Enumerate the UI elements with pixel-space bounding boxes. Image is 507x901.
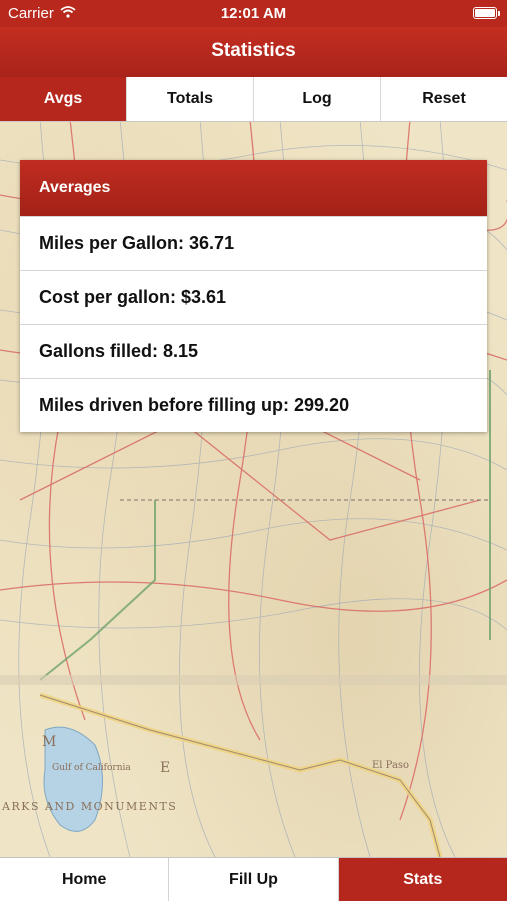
bottom-tab-home[interactable]: Home (0, 858, 170, 901)
city-label: El Paso (372, 760, 410, 771)
bottom-tab-bar: Home Fill Up Stats (0, 857, 507, 901)
tab-reset[interactable]: Reset (381, 77, 507, 121)
tab-totals[interactable]: Totals (127, 77, 254, 121)
region-label: M (42, 734, 57, 750)
tab-log[interactable]: Log (254, 77, 381, 121)
averages-card: Averages Miles per Gallon: 36.71 Cost pe… (20, 160, 487, 432)
stat-row-gallons-filled: Gallons filled: 8.15 (20, 324, 487, 378)
map-legend-heading: ARKS AND MONUMENTS (2, 800, 178, 813)
averages-card-title: Averages (20, 160, 487, 216)
gulf-label: Gulf of California (52, 763, 131, 773)
nav-bar: Statistics (0, 27, 507, 77)
status-bar: Carrier 12:01 AM (0, 0, 507, 27)
stat-row-miles-driven: Miles driven before filling up: 299.20 (20, 378, 487, 432)
segment-tabs: Avgs Totals Log Reset (0, 77, 507, 122)
region-label-2: E (160, 760, 171, 776)
bottom-tab-fill-up[interactable]: Fill Up (169, 858, 339, 901)
bottom-tab-stats[interactable]: Stats (338, 858, 507, 901)
clock: 12:01 AM (220, 5, 287, 22)
battery-icon (473, 7, 500, 19)
stat-row-mpg: Miles per Gallon: 36.71 (20, 216, 487, 270)
page-title: Statistics (211, 40, 296, 61)
stat-row-cost-per-gallon: Cost per gallon: $3.61 (20, 270, 487, 324)
tab-avgs[interactable]: Avgs (0, 77, 127, 121)
